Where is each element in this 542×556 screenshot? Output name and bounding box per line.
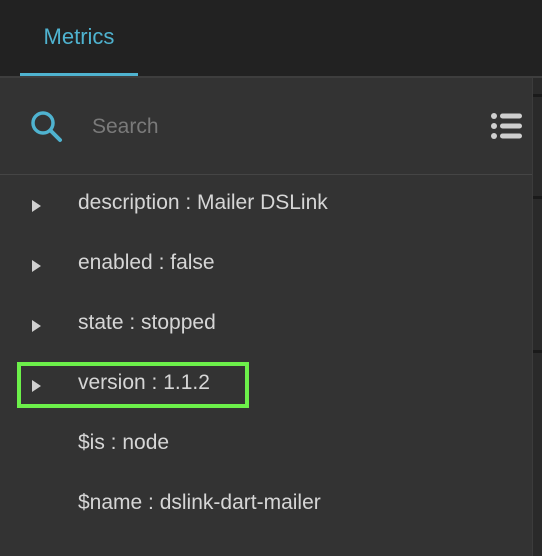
search-icon[interactable]	[28, 108, 64, 144]
tree-row-version[interactable]: version : 1.1.2	[0, 355, 532, 415]
expand-arrow-icon[interactable]	[32, 380, 41, 392]
search-input[interactable]	[90, 109, 474, 145]
expand-arrow-icon[interactable]	[32, 200, 41, 212]
scrollbar-notch	[533, 94, 542, 97]
tab-bar: Metrics	[0, 0, 542, 76]
scrollbar-notch	[533, 350, 542, 353]
tree-row-name[interactable]: $name : dslink-dart-mailer	[0, 475, 532, 535]
tree-row-label: version : 1.1.2	[78, 371, 210, 394]
expand-arrow-icon[interactable]	[32, 320, 41, 332]
tree-row-label: $name : dslink-dart-mailer	[78, 491, 321, 514]
tab-metrics[interactable]: Metrics	[20, 0, 138, 76]
expand-arrow-icon[interactable]	[32, 260, 41, 272]
list-menu-icon[interactable]	[490, 110, 522, 142]
tree-row-state[interactable]: state : stopped	[0, 295, 532, 355]
scrollbar-notch	[533, 196, 542, 199]
tree-row-label: description : Mailer DSLink	[78, 191, 328, 214]
tab-metrics-label: Metrics	[43, 23, 115, 49]
tree-row-label: state : stopped	[78, 311, 216, 334]
tree-row-description[interactable]: description : Mailer DSLink	[0, 175, 532, 235]
tree-row-enabled[interactable]: enabled : false	[0, 235, 532, 295]
tree-row-label: $is : node	[78, 431, 170, 454]
scrollbar-track[interactable]	[533, 78, 542, 556]
metrics-tree: description : Mailer DSLink enabled : fa…	[0, 175, 532, 535]
metrics-panel: description : Mailer DSLink enabled : fa…	[0, 78, 533, 556]
metrics-window: Metrics description : Mailer DSLink	[0, 0, 542, 556]
tree-row-is[interactable]: $is : node	[0, 415, 532, 475]
tree-row-label: enabled : false	[78, 251, 215, 274]
search-bar	[0, 78, 532, 175]
